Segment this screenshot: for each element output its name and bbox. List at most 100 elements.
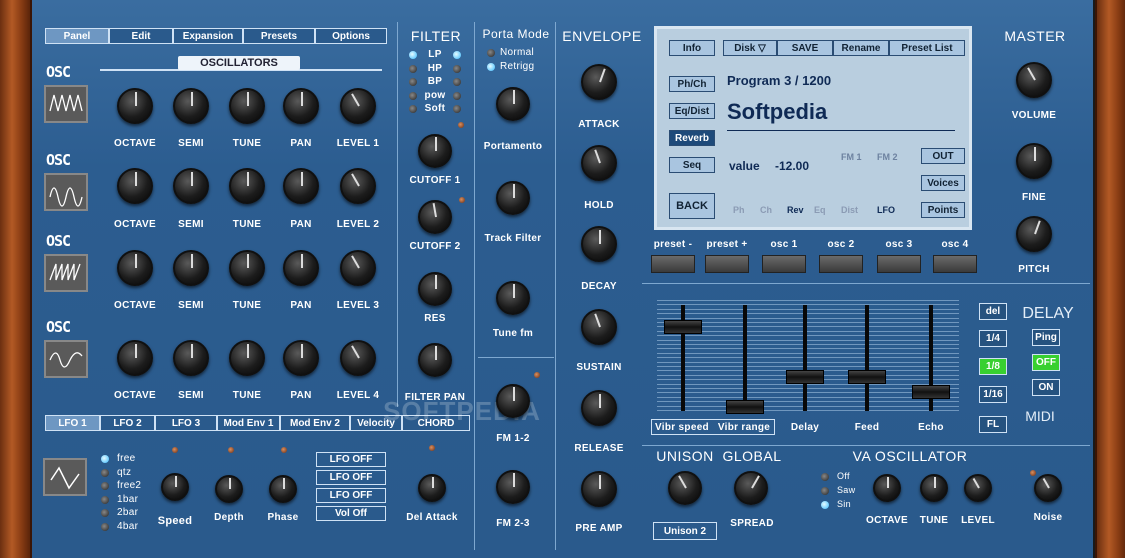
osc-3-octave-knob[interactable] (117, 250, 153, 286)
lcd-points-button[interactable]: Points (921, 202, 965, 218)
preset-slot-1-button[interactable] (705, 255, 749, 273)
noise-knob[interactable] (1034, 474, 1062, 502)
lfo-mode-2bar-led[interactable] (101, 509, 109, 517)
porta-fm-1-2-knob[interactable] (496, 384, 530, 418)
osc-4-octave-knob[interactable] (117, 340, 153, 376)
lfo-mode-free2-led[interactable] (101, 482, 109, 490)
osc-1-waveform-display[interactable] (44, 85, 88, 123)
vol-off-button[interactable]: Vol Off (316, 506, 386, 521)
envelope-release-knob[interactable] (581, 390, 617, 426)
unison-button[interactable]: Unison 2 (653, 522, 717, 540)
lfo-mode-1bar-led[interactable] (101, 495, 109, 504)
delay-eighth-button[interactable]: 1/8 (979, 358, 1007, 375)
osc-1-level-1-knob[interactable] (340, 88, 376, 124)
unison-knob[interactable] (668, 471, 702, 505)
osc-3-tune-knob[interactable] (229, 250, 265, 286)
lcd-fm1[interactable]: FM 1 (841, 152, 862, 162)
porta-portamento-knob[interactable] (496, 87, 530, 121)
fader-2-handle[interactable] (786, 370, 824, 384)
osc-3-pan-knob[interactable] (283, 250, 319, 286)
osc-2-semi-knob[interactable] (173, 168, 209, 204)
delay-ping-button[interactable]: Ping (1032, 329, 1060, 346)
master-volume-knob[interactable] (1016, 62, 1052, 98)
filter-soft-led-right[interactable] (453, 105, 461, 113)
lfo-off-button-1[interactable]: LFO OFF (316, 452, 386, 467)
porta-tune-fm-knob[interactable] (496, 281, 530, 315)
tab-expansion[interactable]: Expansion (173, 28, 243, 44)
osc-3-waveform-display[interactable] (44, 254, 88, 292)
tab-edit[interactable]: Edit (109, 28, 173, 44)
fader-4-handle[interactable] (912, 385, 950, 399)
tab-lfo3[interactable]: LFO 3 (155, 415, 217, 431)
preset-slot-4-button[interactable] (877, 255, 921, 273)
tab-options[interactable]: Options (315, 28, 387, 44)
envelope-decay-knob[interactable] (581, 226, 617, 262)
filter-cutoff-2-knob[interactable] (418, 200, 452, 234)
master-fine-knob[interactable] (1016, 143, 1052, 179)
va-saw-led[interactable] (821, 487, 829, 495)
fader-0-handle[interactable] (664, 320, 702, 334)
lfo-off-button-3[interactable]: LFO OFF (316, 488, 386, 503)
filter-bp-led-left[interactable] (409, 78, 417, 86)
delay-quarter-button[interactable]: 1/4 (979, 330, 1007, 347)
envelope-hold-knob[interactable] (581, 145, 617, 181)
va-sin-led[interactable] (821, 501, 829, 509)
va-level-knob[interactable] (964, 474, 992, 502)
lcd-tab-ch[interactable]: Ch (760, 205, 772, 215)
lcd-preset-list-button[interactable]: Preset List (889, 40, 965, 56)
delay-del-button[interactable]: del (979, 303, 1007, 320)
delay-on-button[interactable]: ON (1032, 379, 1060, 396)
osc-1-pan-knob[interactable] (283, 88, 319, 124)
osc-1-semi-knob[interactable] (173, 88, 209, 124)
del-attack-knob[interactable] (418, 474, 446, 502)
lcd-disk-button[interactable]: Disk ▽ (723, 40, 777, 56)
osc-1-octave-knob[interactable] (117, 88, 153, 124)
lcd-voices-button[interactable]: Voices (921, 175, 965, 191)
preset-slot-2-button[interactable] (762, 255, 806, 273)
lfo-waveform-display[interactable] (43, 458, 87, 496)
tab-mod-env1[interactable]: Mod Env 1 (217, 415, 280, 431)
lcd-save-button[interactable]: SAVE (777, 40, 833, 56)
lfo-speed-knob[interactable] (161, 473, 189, 501)
spread-knob[interactable] (734, 471, 768, 505)
lfo-mode-free-led[interactable] (101, 455, 109, 463)
osc-4-semi-knob[interactable] (173, 340, 209, 376)
porta-fm-2-3-knob[interactable] (496, 470, 530, 504)
tab-mod-env2[interactable]: Mod Env 2 (280, 415, 350, 431)
porta-track-filter-knob[interactable] (496, 181, 530, 215)
osc-2-tune-knob[interactable] (229, 168, 265, 204)
lcd-seq-button[interactable]: Seq (669, 157, 715, 173)
lfo-mode-4bar-led[interactable] (101, 522, 109, 531)
lcd-reverb-button[interactable]: Reverb (669, 130, 715, 146)
filter-lp-led-right[interactable] (453, 51, 461, 59)
preset-slot-0-button[interactable] (651, 255, 695, 273)
osc-4-pan-knob[interactable] (283, 340, 319, 376)
master-pitch-knob[interactable] (1016, 216, 1052, 252)
delay-off-button[interactable]: OFF (1032, 354, 1060, 371)
tab-presets[interactable]: Presets (243, 28, 315, 44)
envelope-pre-amp-knob[interactable] (581, 471, 617, 507)
filter-bp-led-right[interactable] (453, 78, 461, 86)
lcd-tab-rev[interactable]: Rev (787, 205, 804, 215)
tab-lfo2[interactable]: LFO 2 (100, 415, 155, 431)
osc-4-waveform-display[interactable] (44, 340, 88, 378)
tab-panel[interactable]: Panel (45, 28, 109, 44)
va-octave-knob[interactable] (873, 474, 901, 502)
lcd-back-button[interactable]: BACK (669, 193, 715, 219)
lcd-tab-ph[interactable]: Ph (733, 205, 745, 215)
lcd-fm2[interactable]: FM 2 (877, 152, 898, 162)
lcd-phch-button[interactable]: Ph/Ch (669, 76, 715, 92)
filter-lp-led-left[interactable] (409, 51, 417, 59)
osc-1-tune-knob[interactable] (229, 88, 265, 124)
lfo-off-button-2[interactable]: LFO OFF (316, 470, 386, 485)
filter-pow-led-right[interactable] (453, 91, 461, 100)
lcd-eqdist-button[interactable]: Eq/Dist (669, 103, 715, 119)
osc-2-pan-knob[interactable] (283, 168, 319, 204)
osc-3-semi-knob[interactable] (173, 250, 209, 286)
osc-2-octave-knob[interactable] (117, 168, 153, 204)
lcd-out-button[interactable]: OUT (921, 148, 965, 164)
filter-hp-led-left[interactable] (409, 64, 417, 73)
envelope-sustain-knob[interactable] (581, 309, 617, 345)
delay-sixteenth-button[interactable]: 1/16 (979, 386, 1007, 403)
lcd-rename-button[interactable]: Rename (833, 40, 889, 56)
